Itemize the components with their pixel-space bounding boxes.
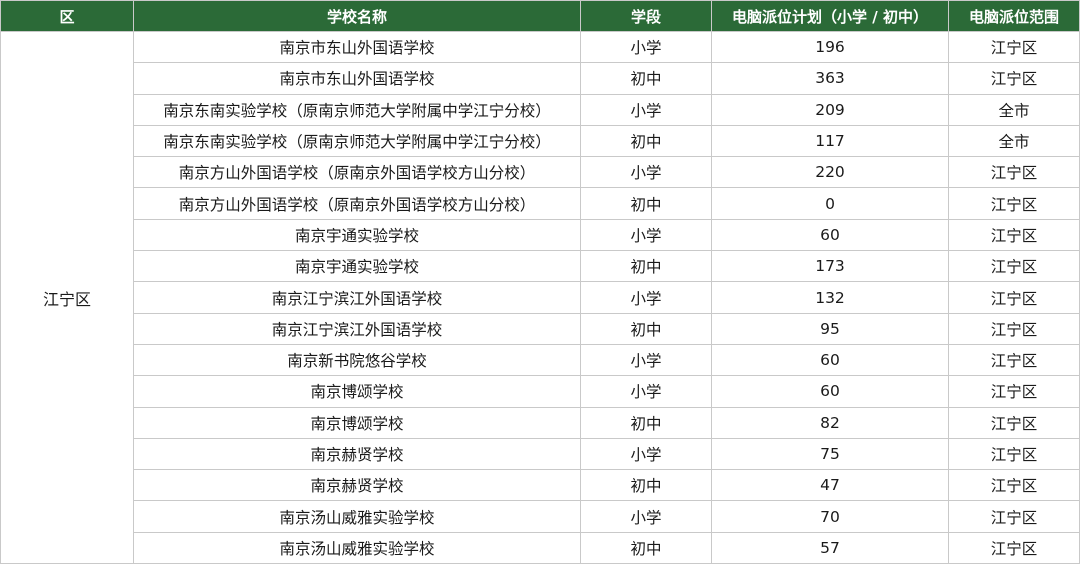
plan-cell: 117 bbox=[711, 124, 949, 158]
school-name-cell: 南京市东山外国语学校 bbox=[133, 30, 581, 64]
plan-cell: 60 bbox=[711, 343, 949, 377]
header-allocation-plan: 电脑派位计划（小学 / 初中） bbox=[711, 0, 949, 32]
plan-cell: 220 bbox=[711, 156, 949, 189]
stage-cell: 小学 bbox=[580, 218, 712, 252]
plan-cell: 60 bbox=[711, 218, 949, 252]
school-name-cell: 南京江宁滨江外国语学校 bbox=[133, 281, 581, 314]
range-cell: 江宁区 bbox=[948, 187, 1080, 220]
school-name-cell: 南京市东山外国语学校 bbox=[133, 62, 581, 95]
range-cell: 全市 bbox=[948, 124, 1080, 158]
school-name-cell: 南京江宁滨江外国语学校 bbox=[133, 312, 581, 345]
header-row: 区 学校名称 学段 电脑派位计划（小学 / 初中） 电脑派位范围 bbox=[0, 0, 1080, 32]
stage-cell: 小学 bbox=[580, 375, 712, 408]
plan-cell: 60 bbox=[711, 375, 949, 408]
plan-cell: 95 bbox=[711, 312, 949, 345]
stage-cell: 初中 bbox=[580, 406, 712, 439]
stage-cell: 初中 bbox=[580, 531, 712, 565]
table-row: 南京汤山威雅实验学校 初中 57 江宁区 bbox=[1, 531, 1080, 565]
school-name-cell: 南京宇通实验学校 bbox=[133, 250, 581, 283]
table-row: 南京市东山外国语学校 初中 363 江宁区 bbox=[1, 62, 1080, 95]
table-row: 南京赫贤学校 小学 75 江宁区 bbox=[1, 437, 1080, 471]
plan-cell: 75 bbox=[711, 437, 949, 471]
stage-cell: 初中 bbox=[580, 187, 712, 220]
table-row: 南京新书院悠谷学校 小学 60 江宁区 bbox=[1, 343, 1080, 377]
school-name-cell: 南京博颂学校 bbox=[133, 375, 581, 408]
range-cell: 江宁区 bbox=[948, 375, 1080, 408]
range-cell: 江宁区 bbox=[948, 469, 1080, 502]
school-name-cell: 南京新书院悠谷学校 bbox=[133, 343, 581, 377]
range-cell: 江宁区 bbox=[948, 62, 1080, 95]
table-row: 南京东南实验学校（原南京师范大学附属中学江宁分校） 初中 117 全市 bbox=[1, 124, 1080, 158]
range-cell: 江宁区 bbox=[948, 281, 1080, 314]
plan-cell: 82 bbox=[711, 406, 949, 439]
range-cell: 江宁区 bbox=[948, 312, 1080, 345]
stage-cell: 小学 bbox=[580, 437, 712, 471]
school-name-cell: 南京东南实验学校（原南京师范大学附属中学江宁分校） bbox=[133, 124, 581, 158]
school-name-cell: 南京宇通实验学校 bbox=[133, 218, 581, 252]
school-name-cell: 南京方山外国语学校（原南京外国语学校方山分校） bbox=[133, 156, 581, 189]
range-cell: 江宁区 bbox=[948, 531, 1080, 565]
range-cell: 江宁区 bbox=[948, 30, 1080, 64]
plan-cell: 196 bbox=[711, 30, 949, 64]
range-cell: 江宁区 bbox=[948, 156, 1080, 189]
stage-cell: 初中 bbox=[580, 250, 712, 283]
table-row: 南京江宁滨江外国语学校 初中 95 江宁区 bbox=[1, 312, 1080, 345]
table-row: 南京东南实验学校（原南京师范大学附属中学江宁分校） 小学 209 全市 bbox=[1, 93, 1080, 126]
table-row: 南京宇通实验学校 初中 173 江宁区 bbox=[1, 250, 1080, 283]
table-row: 南京方山外国语学校（原南京外国语学校方山分校） 初中 0 江宁区 bbox=[1, 187, 1080, 220]
range-cell: 全市 bbox=[948, 93, 1080, 126]
range-cell: 江宁区 bbox=[948, 406, 1080, 439]
school-name-cell: 南京方山外国语学校（原南京外国语学校方山分校） bbox=[133, 187, 581, 220]
table-row: 江宁区 南京市东山外国语学校 小学 196 江宁区 bbox=[0, 30, 1080, 565]
table-row: 南京宇通实验学校 小学 60 江宁区 bbox=[1, 218, 1080, 252]
plan-cell: 0 bbox=[711, 187, 949, 220]
stage-cell: 初中 bbox=[580, 62, 712, 95]
range-cell: 江宁区 bbox=[948, 343, 1080, 377]
plan-cell: 70 bbox=[711, 500, 949, 533]
plan-cell: 132 bbox=[711, 281, 949, 314]
plan-cell: 363 bbox=[711, 62, 949, 95]
district-cell: 江宁区 bbox=[0, 30, 134, 565]
table-body: 江宁区 南京市东山外国语学校 小学 196 江宁区 南京市东山外国语学校 初中 363 江宁区南… bbox=[0, 30, 1080, 565]
stage-cell: 初中 bbox=[580, 124, 712, 158]
school-name-cell: 南京赫贤学校 bbox=[133, 437, 581, 471]
plan-cell: 57 bbox=[711, 531, 949, 565]
table-row: 南京赫贤学校 初中 47 江宁区 bbox=[1, 469, 1080, 502]
plan-cell: 47 bbox=[711, 469, 949, 502]
range-cell: 江宁区 bbox=[948, 218, 1080, 252]
range-cell: 江宁区 bbox=[948, 437, 1080, 471]
stage-cell: 小学 bbox=[580, 30, 712, 64]
range-cell: 江宁区 bbox=[948, 500, 1080, 533]
table-row: 南京汤山威雅实验学校 小学 70 江宁区 bbox=[1, 500, 1080, 533]
header-district: 区 bbox=[0, 0, 134, 32]
school-name-cell: 南京汤山威雅实验学校 bbox=[133, 531, 581, 565]
school-name-cell: 南京赫贤学校 bbox=[133, 469, 581, 502]
table-row: 南京博颂学校 小学 60 江宁区 bbox=[1, 375, 1080, 408]
header-stage: 学段 bbox=[580, 0, 712, 32]
plan-cell: 209 bbox=[711, 93, 949, 126]
plan-cell: 173 bbox=[711, 250, 949, 283]
stage-cell: 小学 bbox=[580, 343, 712, 377]
stage-cell: 小学 bbox=[580, 93, 712, 126]
table-row: 南京江宁滨江外国语学校 小学 132 江宁区 bbox=[1, 281, 1080, 314]
table-row: 南京博颂学校 初中 82 江宁区 bbox=[1, 406, 1080, 439]
school-name-cell: 南京博颂学校 bbox=[133, 406, 581, 439]
header-school-name: 学校名称 bbox=[133, 0, 581, 32]
table-row: 南京方山外国语学校（原南京外国语学校方山分校） 小学 220 江宁区 bbox=[1, 156, 1080, 189]
school-name-cell: 南京东南实验学校（原南京师范大学附属中学江宁分校） bbox=[133, 93, 581, 126]
range-cell: 江宁区 bbox=[948, 250, 1080, 283]
stage-cell: 初中 bbox=[580, 312, 712, 345]
header-allocation-range: 电脑派位范围 bbox=[948, 0, 1080, 32]
stage-cell: 小学 bbox=[580, 156, 712, 189]
school-name-cell: 南京汤山威雅实验学校 bbox=[133, 500, 581, 533]
stage-cell: 小学 bbox=[580, 500, 712, 533]
stage-cell: 小学 bbox=[580, 281, 712, 314]
school-allocation-table: 区 学校名称 学段 电脑派位计划（小学 / 初中） 电脑派位范围 江宁区 南京市东… bbox=[0, 0, 1080, 565]
stage-cell: 初中 bbox=[580, 469, 712, 502]
